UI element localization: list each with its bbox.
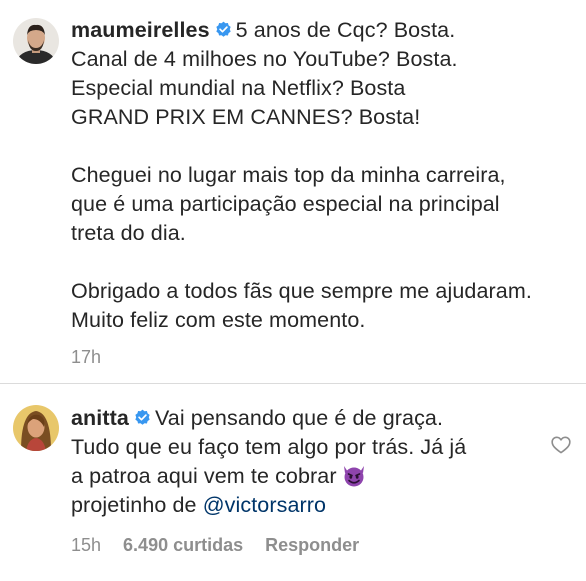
comment-line: projetinho de bbox=[71, 493, 197, 517]
verified-badge-icon bbox=[216, 21, 231, 37]
smiling-devil-emoji bbox=[343, 466, 364, 487]
comment-line: Muito feliz com este momento. bbox=[71, 308, 366, 332]
comment-line: GRAND PRIX EM CANNES? Bosta! bbox=[71, 105, 421, 129]
comment-text: maumeirelles 5 anos de Cqc? Bosta. Canal … bbox=[71, 16, 564, 335]
timestamp[interactable]: 17h bbox=[71, 347, 101, 367]
mention-link[interactable]: @victorsarro bbox=[203, 493, 326, 517]
reply-button[interactable]: Responder bbox=[265, 535, 359, 555]
timestamp[interactable]: 15h bbox=[71, 535, 101, 555]
avatar[interactable] bbox=[13, 405, 59, 451]
comment-line: Vai pensando que é de graça. bbox=[154, 406, 444, 430]
comment-line: Obrigado a todos fãs que sempre me ajuda… bbox=[71, 279, 532, 303]
comment-line: que é uma participação especial na princ… bbox=[71, 192, 500, 216]
username[interactable]: maumeirelles bbox=[71, 18, 210, 42]
comment-line: 5 anos de Cqc? Bosta. bbox=[235, 18, 456, 42]
comment-line: Cheguei no lugar mais top da minha carre… bbox=[71, 163, 506, 187]
likes-count[interactable]: 6.490 curtidas bbox=[123, 535, 243, 555]
username[interactable]: anitta bbox=[71, 406, 129, 430]
avatar[interactable] bbox=[13, 18, 59, 64]
comment-text: anitta Vai pensando que é de graça. Tudo … bbox=[71, 404, 526, 520]
heart-outline-icon[interactable] bbox=[551, 436, 571, 454]
comment-line: Especial mundial na Netflix? Bosta bbox=[71, 76, 406, 100]
comment-line: Tudo que eu faço tem algo por trás. Já j… bbox=[71, 435, 467, 459]
comment-line: Canal de 4 milhoes no YouTube? Bosta. bbox=[71, 47, 458, 71]
comment-line: treta do dia. bbox=[71, 221, 186, 245]
verified-badge-icon bbox=[135, 409, 150, 425]
comment-meta: 15h 6.490 curtidas Responder bbox=[71, 535, 381, 556]
comment-anitta: anitta Vai pensando que é de graça. Tudo … bbox=[0, 384, 586, 581]
comment-line: a patroa aqui vem te cobrar bbox=[71, 464, 337, 488]
comment-meta: 17h bbox=[71, 347, 123, 368]
comment-maumeirelles: maumeirelles 5 anos de Cqc? Bosta. Canal … bbox=[0, 0, 586, 383]
